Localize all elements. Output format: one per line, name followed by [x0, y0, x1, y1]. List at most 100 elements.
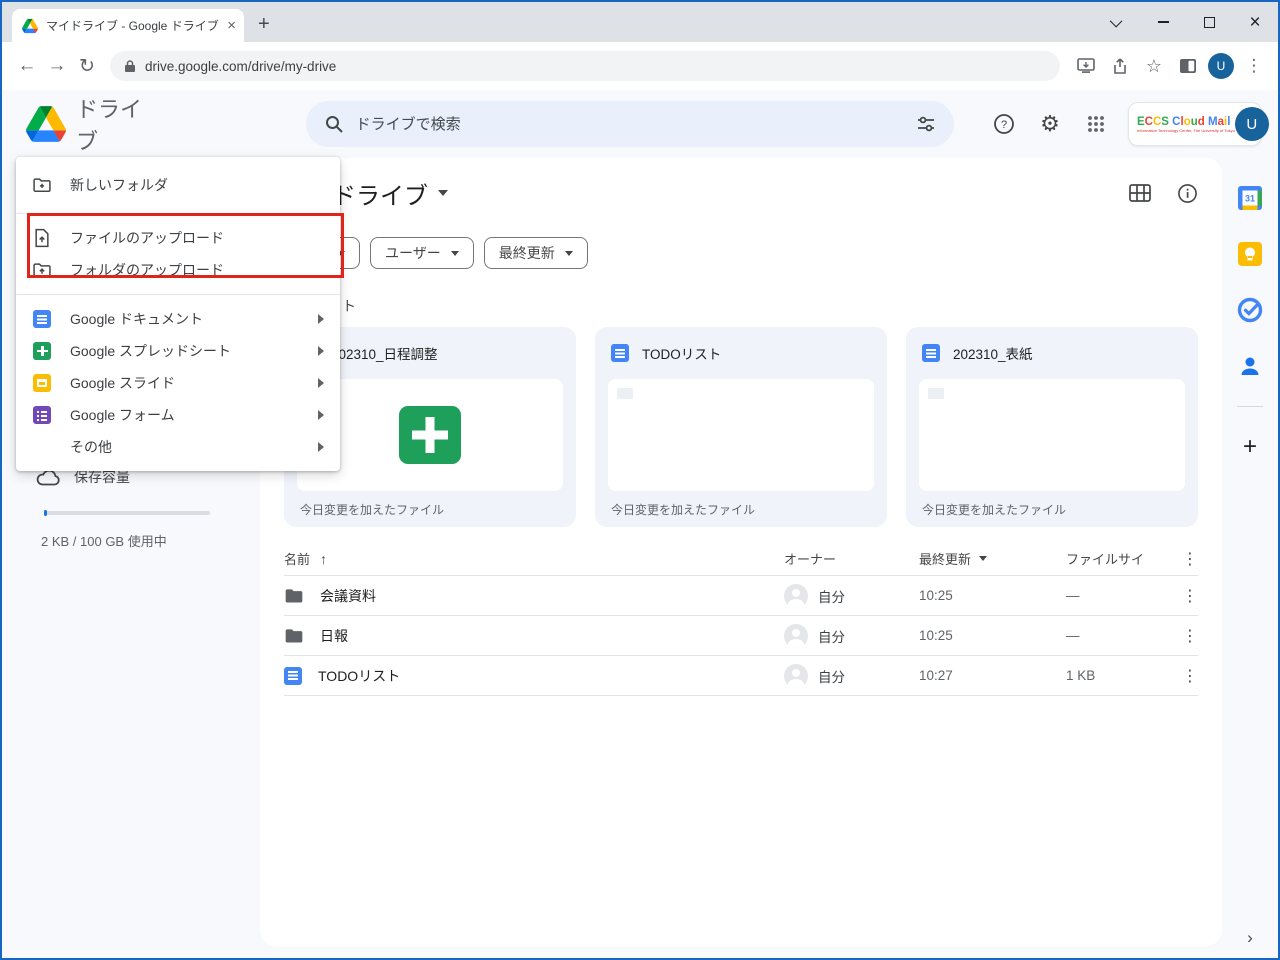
- tab-title: マイドライブ - Google ドライブ: [46, 19, 219, 33]
- drive-app: ドライブ ? ⚙: [2, 90, 1278, 958]
- google-tasks-icon[interactable]: [1237, 297, 1263, 323]
- info-icon[interactable]: [1177, 183, 1198, 204]
- browser-menu-kebab-icon[interactable]: ⋮: [1240, 52, 1268, 80]
- show-side-panel-chevron-icon[interactable]: ›: [1247, 928, 1253, 948]
- window-minimize-button[interactable]: [1140, 2, 1186, 42]
- submenu-arrow-icon: [318, 314, 324, 324]
- google-contacts-icon[interactable]: [1237, 353, 1263, 379]
- row-options-kebab-icon[interactable]: ⋮: [1178, 666, 1202, 686]
- owner-avatar: [784, 623, 808, 648]
- card-reason: 今日変更を加えたファイル: [300, 502, 445, 517]
- browser-tab[interactable]: マイドライブ - Google ドライブ ×: [12, 9, 244, 42]
- google-calendar-icon[interactable]: 31: [1237, 185, 1263, 211]
- row-options-kebab-icon[interactable]: ⋮: [1178, 626, 1202, 646]
- menu-item-new-folder[interactable]: 新しいフォルダ: [16, 165, 340, 205]
- menu-item-more[interactable]: その他: [16, 431, 340, 463]
- svg-text:?: ?: [1001, 119, 1007, 131]
- chevron-down-icon: [450, 250, 459, 256]
- docs-file-icon: [922, 344, 940, 362]
- column-header-modified[interactable]: 最終更新: [919, 549, 971, 568]
- window-maximize-button[interactable]: [1186, 2, 1232, 42]
- filter-chip-modified[interactable]: 最終更新: [483, 237, 588, 269]
- table-options-kebab-icon[interactable]: ⋮: [1178, 549, 1202, 569]
- suggested-card[interactable]: TODOリスト 今日変更を加えたファイル: [595, 327, 887, 527]
- owner-avatar: [784, 583, 808, 608]
- reload-button[interactable]: ↻: [72, 51, 102, 81]
- modified-time: 10:27: [919, 668, 953, 683]
- eccs-account-chip[interactable]: ECCS Cloud Mail Information Technology C…: [1128, 102, 1269, 146]
- suggested-files-row: 202310_日程調整 今日変更を加えたファイル TODOリスト 今日変更を加え…: [284, 327, 1198, 527]
- google-apps-grid-icon[interactable]: [1080, 108, 1112, 140]
- row-options-kebab-icon[interactable]: ⋮: [1178, 586, 1202, 606]
- install-app-icon[interactable]: [1072, 52, 1100, 80]
- window-close-button[interactable]: ×: [1232, 2, 1278, 42]
- sort-ascending-icon[interactable]: ↑: [320, 551, 327, 567]
- card-reason: 今日変更を加えたファイル: [922, 502, 1067, 517]
- forward-button[interactable]: →: [42, 51, 72, 81]
- side-panel-icon[interactable]: [1174, 52, 1202, 80]
- lock-icon: [125, 60, 135, 72]
- google-forms-icon: [33, 406, 51, 424]
- owner-avatar: [784, 663, 808, 688]
- drive-logo-icon[interactable]: [26, 106, 66, 142]
- get-add-ons-plus-icon[interactable]: +: [1243, 433, 1257, 461]
- submenu-arrow-icon: [318, 346, 324, 356]
- file-thumbnail: [919, 379, 1185, 491]
- table-row[interactable]: 会議資料 自分 10:25 — ⋮: [284, 576, 1198, 616]
- menu-item-google-docs[interactable]: Google ドキュメント: [16, 303, 340, 335]
- column-header-owner[interactable]: オーナー: [784, 549, 919, 568]
- table-row[interactable]: TODOリスト 自分 10:27 1 KB ⋮: [284, 656, 1198, 696]
- drive-favicon-icon: [22, 18, 38, 34]
- new-tab-button[interactable]: +: [258, 12, 270, 36]
- column-header-size[interactable]: ファイルサイ: [1066, 549, 1178, 568]
- menu-divider: [16, 294, 340, 295]
- table-row[interactable]: 日報 自分 10:25 — ⋮: [284, 616, 1198, 656]
- google-slides-icon: [33, 374, 51, 392]
- window-menu-chevron-icon[interactable]: [1094, 2, 1140, 42]
- drive-profile-avatar[interactable]: U: [1234, 107, 1269, 141]
- menu-item-google-sheets[interactable]: Google スプレッドシート: [16, 335, 340, 367]
- bookmark-star-icon[interactable]: ☆: [1140, 52, 1168, 80]
- chevron-down-icon: [564, 250, 573, 256]
- share-icon[interactable]: [1106, 52, 1134, 80]
- new-folder-icon: [32, 175, 52, 195]
- url-bar[interactable]: drive.google.com/drive/my-drive: [110, 51, 1060, 81]
- owner-name: 自分: [818, 629, 845, 645]
- menu-item-google-forms[interactable]: Google フォーム: [16, 399, 340, 431]
- submenu-arrow-icon: [318, 410, 324, 420]
- tab-close-icon[interactable]: ×: [227, 18, 236, 33]
- settings-gear-icon[interactable]: ⚙: [1034, 108, 1066, 140]
- folder-icon: [285, 628, 303, 642]
- column-header-name[interactable]: 名前: [284, 549, 310, 568]
- side-panel-rail: 31 + ›: [1222, 158, 1278, 958]
- browser-toolbar: ← → ↻ drive.google.com/drive/my-drive ☆ …: [2, 42, 1278, 90]
- main-panel: マイドライブ ユーザー 最終更新 ト 202310_日程調整 今日変更を加えたフ…: [260, 158, 1222, 946]
- file-name: TODOリスト: [318, 667, 401, 684]
- table-header-row: 名前 ↑ オーナー 最終更新 ファイルサイ ⋮: [284, 542, 1198, 576]
- grid-view-toggle-icon[interactable]: [1129, 184, 1151, 202]
- modified-time: 10:25: [919, 628, 953, 643]
- suggested-card[interactable]: 202310_表紙 今日変更を加えたファイル: [906, 327, 1198, 527]
- menu-item-google-slides[interactable]: Google スライド: [16, 367, 340, 399]
- file-list-table: 名前 ↑ オーナー 最終更新 ファイルサイ ⋮ 会議資料 自分 10:25 — …: [284, 542, 1198, 696]
- docs-file-icon: [611, 344, 629, 362]
- drive-search-bar[interactable]: [305, 101, 954, 147]
- menu-item-file-upload[interactable]: ファイルのアップロード: [16, 222, 340, 254]
- file-size: 1 KB: [1066, 668, 1096, 683]
- browser-profile-avatar[interactable]: U: [1208, 53, 1234, 79]
- google-sheets-icon: [33, 342, 51, 360]
- google-keep-icon[interactable]: [1237, 241, 1263, 267]
- help-icon[interactable]: ?: [988, 108, 1020, 140]
- search-icon: [325, 116, 343, 133]
- file-size: —: [1066, 588, 1080, 603]
- filter-chip-user[interactable]: ユーザー: [370, 237, 474, 269]
- new-dropdown-menu: 新しいフォルダ ファイルのアップロード フォルダのアップロード Google ド…: [16, 157, 340, 471]
- storage-progress-bar: [44, 510, 210, 516]
- svg-text:31: 31: [1245, 194, 1255, 204]
- search-input[interactable]: [355, 115, 916, 133]
- url-text: drive.google.com/drive/my-drive: [145, 58, 337, 74]
- search-options-tune-icon[interactable]: [916, 114, 936, 134]
- menu-item-folder-upload[interactable]: フォルダのアップロード: [16, 254, 340, 286]
- back-button[interactable]: ←: [12, 51, 42, 81]
- rail-divider: [1237, 406, 1263, 407]
